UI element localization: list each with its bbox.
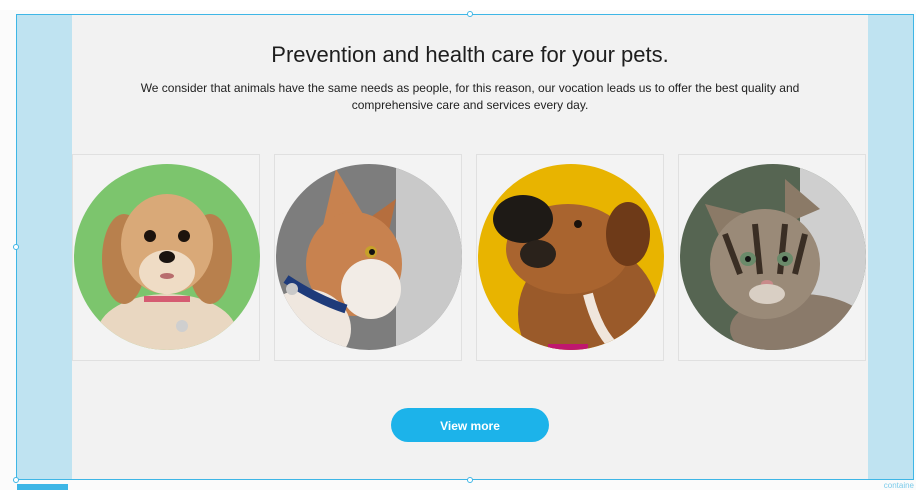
pet-card-kitten[interactable] [678, 154, 866, 361]
top-strip [0, 0, 916, 10]
resize-handle-left[interactable] [13, 244, 19, 250]
pet-card-boxer[interactable] [476, 154, 664, 361]
pet-card-dog[interactable] [72, 154, 260, 361]
resize-handle-bottom[interactable] [467, 477, 473, 483]
page-subtitle: We consider that animals have the same n… [140, 81, 800, 112]
dog-photo [74, 164, 260, 350]
pet-card-cat[interactable] [274, 154, 462, 361]
right-gutter [868, 14, 914, 480]
kitten-photo [680, 164, 866, 350]
cat-photo [276, 164, 462, 350]
boxer-dog-photo [478, 164, 664, 350]
page-title: Prevention and health care for your pets… [271, 42, 669, 67]
element-tag[interactable] [17, 484, 68, 490]
resize-handle-bottom-left[interactable] [13, 477, 19, 483]
view-more-button[interactable]: View more [391, 408, 549, 442]
container-label: containe [883, 481, 914, 490]
resize-handle-top[interactable] [467, 11, 473, 17]
left-gutter [17, 14, 72, 480]
editor-canvas: Prevention and health care for your pets… [0, 0, 916, 490]
